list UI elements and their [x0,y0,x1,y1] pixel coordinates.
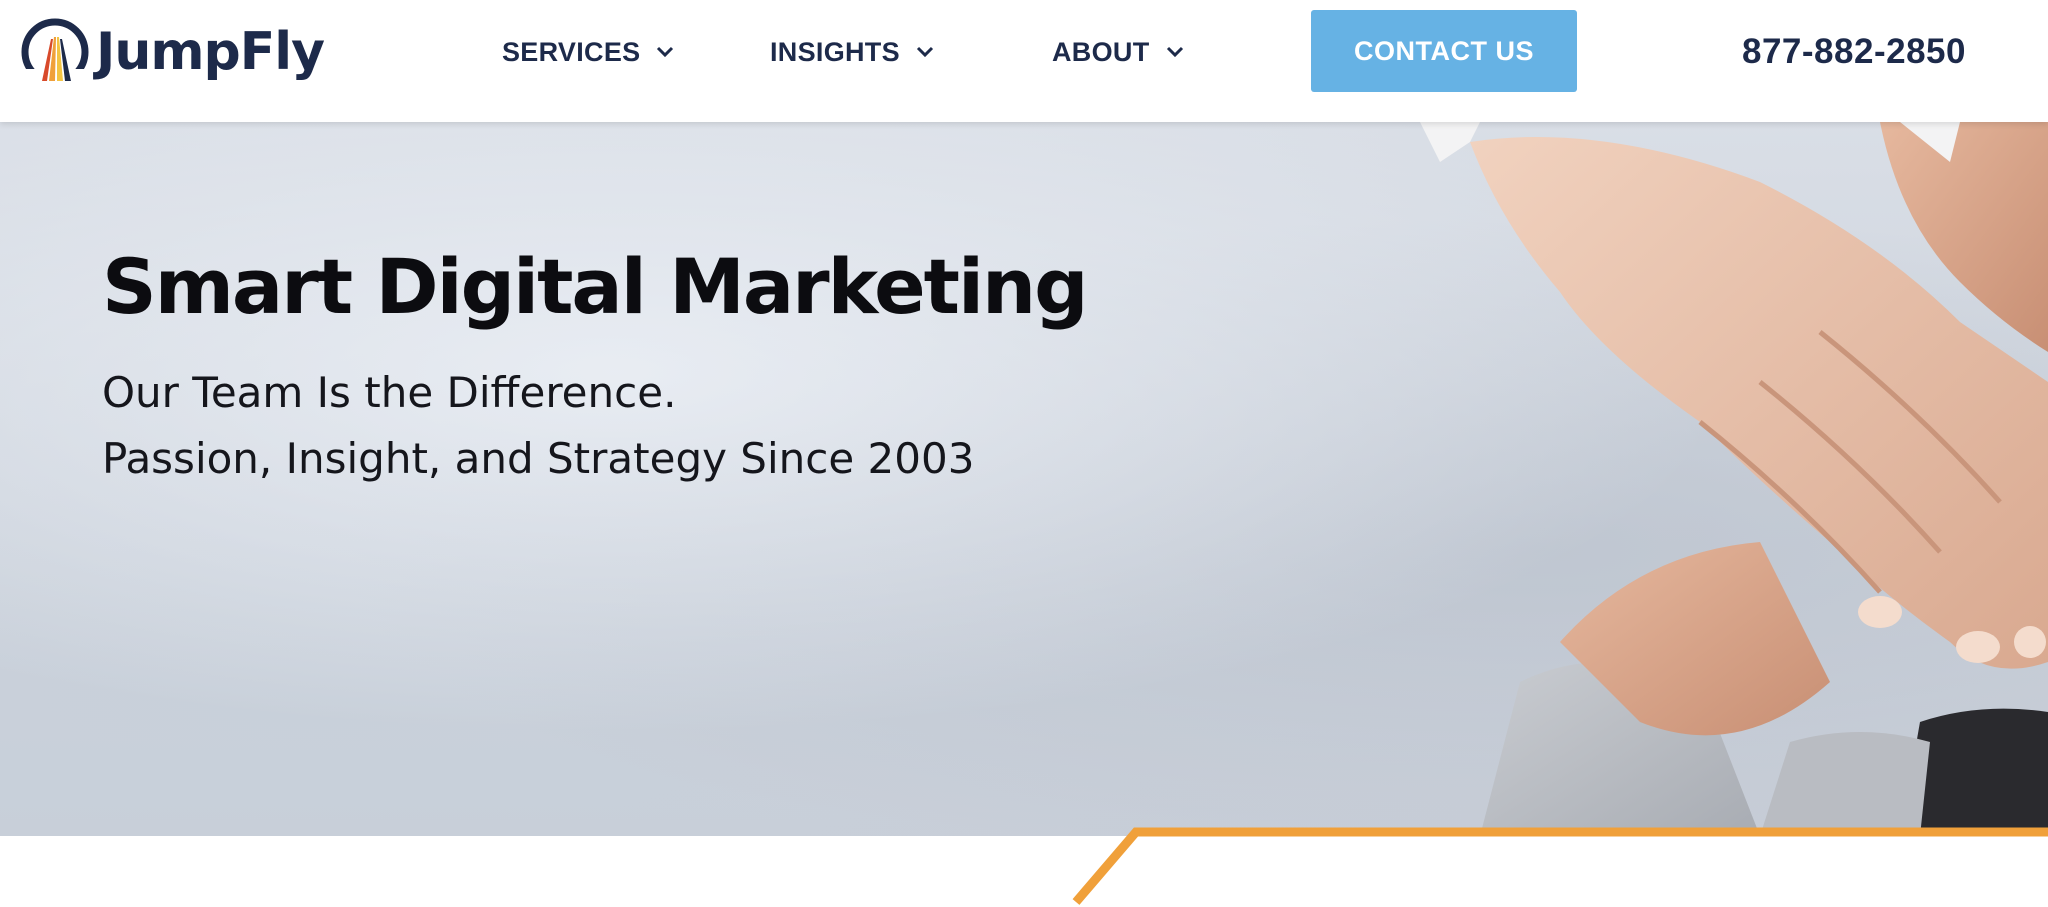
hero-title: Smart Digital Marketing [102,242,1089,331]
nav-services-label: SERVICES [502,36,641,67]
hero-subtitle-line-2: Passion, Insight, and Strategy Since 200… [102,434,975,483]
jumpfly-logo[interactable]: JumpFly [20,16,325,88]
nav-services[interactable]: SERVICES [502,30,674,74]
hero-bottom-accent-divider [0,827,2048,907]
hero-subtitle-line-1: Our Team Is the Difference. [102,368,677,417]
nav-about[interactable]: ABOUT [1052,30,1184,74]
brand-name: JumpFly [96,22,325,82]
jumpfly-arch-logo-icon [20,18,90,87]
chevron-down-icon [916,46,933,58]
chevron-down-icon [1166,46,1183,58]
site-header: JumpFly SERVICES INSIGHTS ABOUT CONTACT … [0,0,2048,122]
hero-banner: Smart Digital Marketing Our Team Is the … [0,122,2048,836]
chevron-down-icon [657,46,674,58]
phone-number-link[interactable]: 877-882-2850 [1742,30,1966,74]
contact-us-button[interactable]: CONTACT US [1311,10,1577,92]
nav-insights[interactable]: INSIGHTS [770,30,934,74]
nav-about-label: ABOUT [1052,36,1150,67]
nav-insights-label: INSIGHTS [770,36,900,67]
